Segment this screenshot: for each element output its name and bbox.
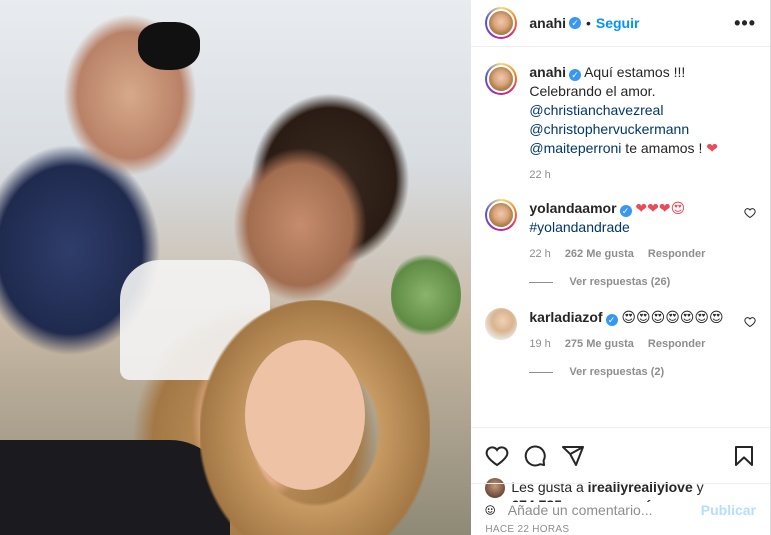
photo-region-dress [0, 440, 230, 535]
comment-avatar-wrapper[interactable] [485, 199, 518, 231]
caption-time[interactable]: 22 h [529, 166, 550, 185]
comment-time[interactable]: 19 h [529, 335, 550, 354]
replies-line [529, 371, 554, 373]
caption: anahi ✓ Aquí estamos !!! Celebrando el am… [485, 63, 756, 185]
post-photo[interactable] [0, 0, 472, 535]
verified-icon: ✓ [568, 69, 581, 81]
comment: yolandaamor ✓ ❤❤❤😍 #yolandandrade 22 h 26… [485, 199, 756, 264]
comment-avatar[interactable] [485, 308, 518, 340]
save-icon[interactable] [732, 444, 756, 468]
view-replies-label: Ver respuestas (2) [569, 366, 665, 378]
heart-icon[interactable] [744, 207, 756, 219]
post-sidebar: anahi ✓ • Seguir ••• anahi ✓ Aquí estamos… [471, 0, 770, 535]
verified-icon: ✓ [568, 17, 581, 29]
comment-likes[interactable]: 275 Me gusta [565, 335, 634, 354]
view-replies-button[interactable]: Ver respuestas (26) [529, 276, 756, 288]
view-replies-button[interactable]: Ver respuestas (2) [529, 366, 756, 378]
reply-button[interactable]: Responder [648, 245, 705, 264]
caption-text-end: te amamos ! [621, 140, 707, 156]
comment-body: yolandaamor ✓ ❤❤❤😍 #yolandandrade 22 h 26… [529, 199, 732, 264]
publish-button[interactable]: Publicar [701, 502, 756, 518]
post-header: anahi ✓ • Seguir ••• [471, 0, 770, 47]
heart-icon[interactable] [744, 316, 756, 328]
author-avatar[interactable] [485, 7, 518, 39]
hashtag-link[interactable]: #yolandandrade [529, 219, 629, 235]
add-comment-bar: Publicar [471, 483, 770, 535]
post-dialog: anahi ✓ • Seguir ••• anahi ✓ Aquí estamos… [0, 0, 771, 535]
caption-body: anahi ✓ Aquí estamos !!! Celebrando el am… [529, 63, 756, 185]
comment-icon[interactable] [523, 444, 547, 468]
replies-line [529, 281, 554, 283]
comment: karladiazof ✓ 😍😍😍😍😍😍😍 19 h 275 Me gusta R… [485, 308, 756, 354]
comment-username[interactable]: yolandaamor [529, 200, 616, 216]
more-icon[interactable]: ••• [734, 13, 756, 34]
view-replies-label: Ver respuestas (26) [569, 276, 671, 288]
mention-link[interactable]: @maiteperroni [529, 140, 621, 156]
action-icons [485, 436, 756, 476]
caption-avatar[interactable] [485, 63, 518, 95]
comments-list: anahi ✓ Aquí estamos !!! Celebrando el am… [471, 47, 770, 427]
comment-text: ❤❤❤😍 [635, 200, 686, 216]
heart-emoji: ❤ [706, 140, 718, 156]
author-info: anahi ✓ • Seguir [529, 15, 639, 31]
comment-text: 😍😍😍😍😍😍😍 [621, 309, 724, 325]
follow-button[interactable]: Seguir [596, 15, 640, 31]
reply-button[interactable]: Responder [648, 335, 705, 354]
mention-link[interactable]: @christophervuckermann [529, 121, 689, 137]
comment-time[interactable]: 22 h [529, 245, 550, 264]
author-username[interactable]: anahi [529, 15, 566, 31]
emoji-icon[interactable] [485, 498, 496, 522]
share-icon[interactable] [561, 444, 585, 468]
mention-link[interactable]: @christianchavezreal [529, 102, 663, 118]
comment-body: karladiazof ✓ 😍😍😍😍😍😍😍 19 h 275 Me gusta R… [529, 308, 732, 354]
separator-dot: • [585, 15, 591, 31]
photo-region-face [245, 340, 365, 490]
verified-icon: ✓ [619, 205, 632, 217]
caption-meta: 22 h [529, 166, 756, 185]
photo-region-plant [391, 250, 462, 340]
comment-input[interactable] [507, 501, 689, 518]
caption-username[interactable]: anahi [529, 64, 566, 80]
comment-likes[interactable]: 262 Me gusta [565, 245, 634, 264]
heart-icon[interactable] [485, 444, 509, 468]
comment-meta: 22 h 262 Me gusta Responder [529, 245, 732, 264]
verified-icon: ✓ [605, 314, 618, 326]
photo-region-sunglasses [138, 22, 200, 70]
comment-meta: 19 h 275 Me gusta Responder [529, 335, 732, 354]
comment-username[interactable]: karladiazof [529, 309, 602, 325]
